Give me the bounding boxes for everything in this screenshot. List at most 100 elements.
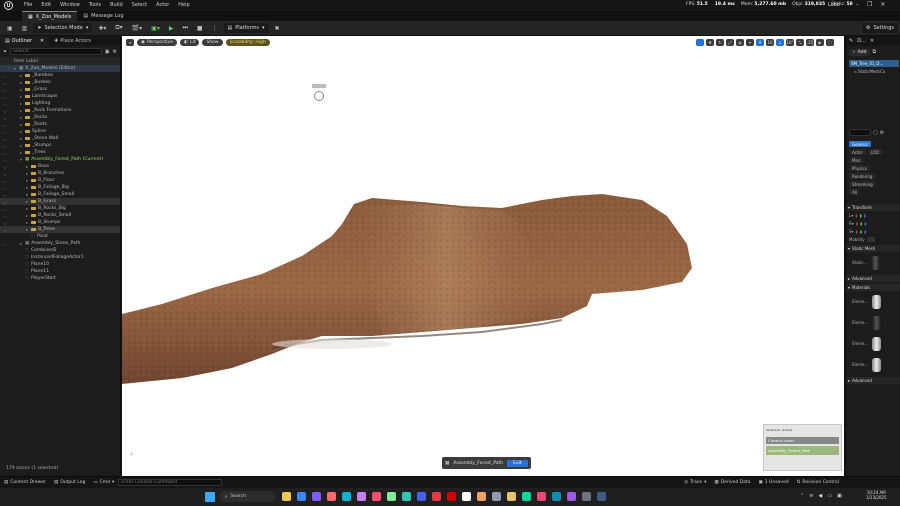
taskbar-app-icon[interactable] (477, 492, 486, 501)
category-lod[interactable]: LOD (867, 149, 882, 155)
play-options-icon[interactable]: ⋮ (209, 23, 221, 33)
taskbar-app-icon[interactable] (537, 492, 546, 501)
outliner-row[interactable]: ◡ ▸ _Stone Wall (0, 135, 120, 142)
speaker-icon[interactable]: ◀ (818, 493, 822, 499)
outliner-row[interactable]: ◡ ▸ B_Rocks_Big (0, 205, 120, 212)
outliner-row[interactable]: ◡ ▸ Lighting (0, 100, 120, 107)
translate-tool-icon[interactable]: ✥ (706, 39, 714, 46)
outliner-row[interactable]: ◡ ▸ B_Foliage_Small (0, 191, 120, 198)
minimize-icon[interactable]: – (856, 1, 859, 8)
blueprint-icon[interactable]: ⧉ (873, 49, 877, 55)
menu-tools[interactable]: Tools (89, 2, 101, 8)
taskbar-app-icon[interactable] (402, 492, 411, 501)
scale-snap-icon[interactable]: ⤡ (796, 39, 804, 46)
child-component-row[interactable]: ▫ StaticMeshCo (854, 69, 885, 74)
visibility-eye-icon[interactable]: ◡ (0, 94, 10, 99)
taskbar-app-icon[interactable] (357, 492, 366, 501)
select-tool-icon[interactable]: ⬚ (696, 39, 704, 46)
visibility-eye-icon[interactable]: ◡ (0, 87, 10, 92)
rotate-tool-icon[interactable]: ↻ (716, 39, 724, 46)
outliner-row[interactable]: ◌ PlayerStart (0, 275, 120, 282)
outliner-row[interactable]: ◡ ▸ _Grass (0, 86, 120, 93)
category-streaming[interactable]: Streaming (849, 181, 876, 187)
lock-icon[interactable]: ▢ (873, 130, 878, 136)
revision-control-button[interactable]: ⇅ Revision Control (793, 480, 843, 485)
add-actor-icon[interactable]: ✚▾ (95, 23, 109, 33)
outliner-row[interactable]: ◡ ▸ B_Floor (0, 177, 120, 184)
taskbar-app-icon[interactable] (342, 492, 351, 501)
outliner-row[interactable]: ◡ ▸ _Rocks (0, 114, 120, 121)
hamburger-icon[interactable]: ≡ (126, 39, 134, 46)
material-thumbnail[interactable] (872, 294, 882, 309)
selected-component-row[interactable]: SM_Tree_01_D... (849, 60, 899, 67)
platforms-dropdown[interactable]: ▤ Platforms ▾ (223, 23, 269, 33)
lit-button[interactable]: ◐ Lit (180, 39, 200, 46)
chevron-up-icon[interactable]: ⌃ (800, 493, 804, 499)
tools-icon[interactable]: ✖ (272, 23, 283, 33)
content-drawer-button[interactable]: ▤ Content Drawer (0, 480, 50, 485)
output-log-button[interactable]: ▤ Output Log (50, 480, 89, 485)
derived-data-button[interactable]: ▦ Derived Data (710, 480, 754, 485)
forest-path-terrain-mesh[interactable] (122, 186, 844, 426)
save-icon[interactable]: ▣ (4, 23, 16, 33)
console-command-input[interactable] (118, 479, 223, 486)
close-icon[interactable]: ✕ (40, 38, 44, 44)
visibility-eye-icon[interactable]: ◡ (0, 129, 10, 134)
player-start-icon[interactable] (312, 84, 326, 101)
visibility-eye-icon[interactable]: ◡ (0, 101, 10, 106)
visibility-eye-icon[interactable]: ◡ (0, 136, 10, 141)
tab-details-label[interactable]: D... (857, 38, 866, 44)
play-icon[interactable]: ▶ (166, 23, 177, 33)
windows-start-icon[interactable] (205, 492, 215, 502)
outliner-row[interactable]: ◡ ▸ _Trees (0, 149, 120, 156)
outliner-row[interactable]: ◌ Pivot (0, 233, 120, 240)
outliner-row[interactable]: ◡ ▸ B_Trees (0, 226, 120, 233)
category-misc[interactable]: Misc (849, 157, 864, 163)
material-element-row[interactable]: Eleme... (846, 312, 900, 333)
surface-snap-icon[interactable]: ⌖ (746, 39, 754, 46)
taskbar-app-icon[interactable] (297, 492, 306, 501)
exit-button[interactable]: Exit (507, 459, 528, 467)
material-element-row[interactable]: Eleme... (846, 291, 900, 312)
outliner-row[interactable]: ◡ ▸ B_Branches (0, 170, 120, 177)
rotation-row[interactable]: R▾ ▮ ▮ ▮ (846, 219, 900, 227)
outliner-row[interactable]: ◌ Plane10 (0, 261, 120, 268)
category-general[interactable]: General (849, 141, 871, 147)
outliner-row[interactable]: ◡ ▸ Spline (0, 128, 120, 135)
transform-section[interactable]: ▾ Transform (846, 204, 900, 211)
advanced-section[interactable]: ▸ Advanced (846, 377, 900, 384)
selection-mode-dropdown[interactable]: ➤ Selection Mode ▾ (33, 23, 93, 33)
add-component-button[interactable]: + Add (849, 48, 870, 56)
tab-message-log[interactable]: ▤ Message Log (77, 11, 129, 21)
visibility-eye-icon[interactable]: ◡ (0, 108, 10, 113)
grid-size-icon[interactable]: 10 (766, 39, 774, 46)
system-clock[interactable]: 10:24 AM 1/23/2025 (866, 490, 887, 500)
taskbar-app-icon[interactable] (447, 492, 456, 501)
trace-button[interactable]: ◎ Trace ▾ (680, 480, 710, 485)
user-name[interactable]: Lobo (828, 2, 840, 8)
outliner-row[interactable]: ◌ Combined2 (0, 247, 120, 254)
taskbar-app-icon[interactable] (552, 492, 561, 501)
advanced-section[interactable]: ▸ Advanced (846, 275, 900, 282)
taskbar-app-icon[interactable] (567, 492, 576, 501)
outliner-row[interactable]: ◡ ▾ ▦ Assembly_Forest_Path (Current) (0, 156, 120, 163)
rotation-snap-icon[interactable]: ∠ (776, 39, 784, 46)
outliner-row[interactable]: ◡ ▸ B_Grass (0, 198, 120, 205)
close-icon[interactable]: ✕ (880, 1, 885, 8)
wifi-icon[interactable]: ≋ (809, 493, 813, 499)
visibility-eye-icon[interactable]: ◡ (0, 206, 10, 211)
category-actor[interactable]: Actor (849, 149, 866, 155)
taskbar-app-icon[interactable] (372, 492, 381, 501)
settings-gear-icon[interactable]: ⚙ (113, 49, 117, 55)
outliner-row[interactable]: ◡ ▸ _Rock Formations (0, 107, 120, 114)
outliner-row[interactable]: ▾ ▦ X_Zoo_Models (Editor) (0, 65, 120, 72)
maximize-icon[interactable]: ❐ (867, 1, 872, 8)
outliner-row[interactable]: ◡ ▸ B_Rocks_Small (0, 212, 120, 219)
tab-place-actors[interactable]: ✚ Place Actors (49, 36, 96, 46)
outliner-row[interactable]: ◡ ▸ _Bamboo (0, 72, 120, 79)
outliner-column-header[interactable]: Item Label (0, 57, 120, 65)
visibility-eye-icon[interactable]: ◡ (0, 143, 10, 148)
outliner-row[interactable]: ◡ ▸ B_Foliage_Big (0, 184, 120, 191)
mesh-thumbnail[interactable] (871, 255, 881, 270)
mobility-row[interactable]: Mobility (846, 235, 900, 243)
